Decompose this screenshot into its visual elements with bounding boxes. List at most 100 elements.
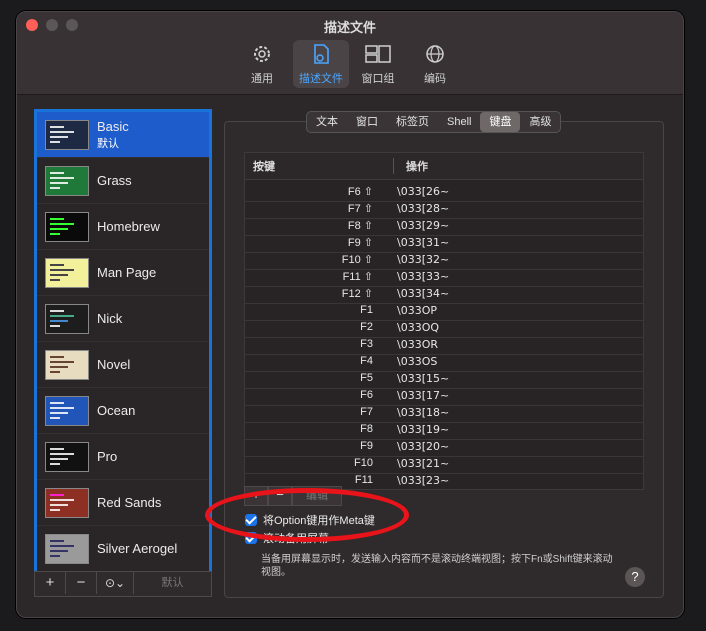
profile-thumbnail bbox=[45, 395, 89, 426]
key-cell: F9 bbox=[360, 440, 373, 452]
profile-item-grass[interactable]: Grass bbox=[37, 158, 209, 204]
key-mapping-table[interactable]: 按键 操作 F6 ⇧ \033[26~ F7 ⇧ \033[28~ F8 ⇧ \033[2… bbox=[244, 152, 644, 490]
profile-name: Basic bbox=[97, 118, 129, 134]
profile-name: Homebrew bbox=[97, 218, 160, 234]
profile-name: Red Sands bbox=[97, 494, 162, 510]
profile-thumbnail bbox=[45, 533, 89, 564]
column-header-key[interactable]: 按键 bbox=[245, 158, 394, 174]
profile-thumbnail bbox=[45, 487, 89, 518]
preferences-window: 描述文件 通用 描述文件 窗口组 编码 Basic 默认 Grass Homeb… bbox=[16, 11, 684, 618]
action-cell: \033[32~ bbox=[397, 253, 450, 266]
action-cell: \033[31~ bbox=[397, 236, 450, 249]
table-row[interactable]: F6 ⇧ \033[26~ bbox=[245, 185, 643, 202]
action-cell: \033[33~ bbox=[397, 270, 450, 283]
checkbox-checked-icon bbox=[245, 514, 257, 526]
profile-item-man-page[interactable]: Man Page bbox=[37, 250, 209, 296]
table-row[interactable]: F1 \033OP bbox=[245, 304, 643, 321]
profile-item-novel[interactable]: Novel bbox=[37, 342, 209, 388]
profile-thumbnail bbox=[45, 303, 89, 334]
tab-window[interactable]: 窗口 bbox=[347, 112, 387, 132]
remove-key-button[interactable]: − bbox=[268, 486, 292, 506]
key-cell: F3 bbox=[360, 338, 373, 350]
add-key-button[interactable]: + bbox=[244, 486, 268, 506]
profile-item-ocean[interactable]: Ocean bbox=[37, 388, 209, 434]
toolbar-general[interactable]: 通用 bbox=[234, 40, 290, 88]
scroll-alternate-screen-label: 滚动备用屏幕 bbox=[263, 533, 329, 545]
profile-thumbnail bbox=[45, 441, 89, 472]
table-row[interactable]: F9 \033[20~ bbox=[245, 440, 643, 457]
more-actions-button[interactable]: ⊙⌄ bbox=[97, 572, 134, 594]
checkbox-checked-icon bbox=[245, 532, 257, 544]
toolbar-encodings[interactable]: 编码 bbox=[407, 40, 463, 88]
default-label: 默认 bbox=[97, 137, 119, 150]
titlebar: 描述文件 通用 描述文件 窗口组 编码 bbox=[17, 12, 683, 95]
key-cell: F5 bbox=[360, 372, 373, 384]
profile-item-homebrew[interactable]: Homebrew bbox=[37, 204, 209, 250]
remove-profile-button[interactable]: − bbox=[66, 572, 97, 594]
table-row[interactable]: F7 \033[18~ bbox=[245, 406, 643, 423]
action-cell: \033OR bbox=[397, 338, 439, 351]
key-cell: F10 ⇧ bbox=[341, 254, 373, 266]
option-as-meta-label: 将Option键用作Meta键 bbox=[263, 515, 375, 527]
column-header-action[interactable]: 操作 bbox=[394, 158, 428, 174]
profile-item-basic[interactable]: Basic 默认 bbox=[37, 112, 209, 158]
tab-text[interactable]: 文本 bbox=[307, 112, 347, 132]
table-row[interactable]: F10 \033[21~ bbox=[245, 457, 643, 474]
profile-item-red-sands[interactable]: Red Sands bbox=[37, 480, 209, 526]
key-cell: F1 bbox=[360, 304, 373, 316]
table-row[interactable]: F6 \033[17~ bbox=[245, 389, 643, 406]
settings-tabs: 文本 窗口 标签页 Shell 键盘 高级 bbox=[306, 111, 562, 133]
set-default-button[interactable]: 默认 bbox=[134, 572, 211, 594]
table-row[interactable]: F9 ⇧ \033[31~ bbox=[245, 236, 643, 253]
window-title: 描述文件 bbox=[323, 20, 376, 35]
key-cell: F11 ⇧ bbox=[342, 271, 373, 283]
table-row[interactable]: F11 ⇧ \033[33~ bbox=[245, 270, 643, 287]
key-cell: F9 ⇧ bbox=[347, 237, 373, 249]
profile-name: Pro bbox=[97, 448, 118, 464]
help-button[interactable]: ? bbox=[625, 567, 645, 587]
action-cell: \033OS bbox=[397, 355, 438, 368]
profile-name: Ocean bbox=[97, 402, 136, 418]
action-cell: \033[17~ bbox=[397, 389, 450, 402]
key-cell: F2 bbox=[360, 321, 373, 333]
profile-thumbnail bbox=[45, 211, 89, 242]
profile-name: Silver Aerogel bbox=[97, 540, 178, 556]
table-row[interactable]: F10 ⇧ \033[32~ bbox=[245, 253, 643, 270]
profile-icon bbox=[293, 42, 349, 68]
profile-thumbnail bbox=[45, 257, 89, 288]
gear-icon bbox=[234, 42, 290, 68]
key-cell: F10 bbox=[354, 457, 373, 469]
tab-advanced[interactable]: 高级 bbox=[520, 112, 560, 132]
table-row[interactable]: F12 ⇧ \033[34~ bbox=[245, 287, 643, 304]
table-header: 按键 操作 bbox=[245, 153, 643, 180]
action-cell: \033[18~ bbox=[397, 406, 450, 419]
tab-keyboard[interactable]: 键盘 bbox=[480, 112, 521, 132]
key-cell: F4 bbox=[360, 355, 373, 367]
profile-thumbnail bbox=[45, 119, 89, 150]
tab-shell[interactable]: Shell bbox=[438, 112, 480, 132]
profile-item-silver-aerogel[interactable]: Silver Aerogel bbox=[37, 526, 209, 572]
table-row[interactable]: F3 \033OR bbox=[245, 338, 643, 355]
action-cell: \033[23~ bbox=[397, 474, 450, 487]
table-row[interactable]: F2 \033OQ bbox=[245, 321, 643, 338]
key-cell: F6 ⇧ bbox=[347, 186, 373, 198]
option-as-meta-checkbox[interactable]: 将Option键用作Meta键 bbox=[245, 512, 375, 528]
profile-list[interactable]: Basic 默认 Grass Homebrew Man Page Nick No… bbox=[34, 109, 212, 580]
add-profile-button[interactable]: + bbox=[35, 572, 66, 594]
table-row[interactable]: F8 \033[19~ bbox=[245, 423, 643, 440]
toolbar-profiles[interactable]: 描述文件 bbox=[293, 40, 349, 88]
profile-thumbnail bbox=[45, 165, 89, 196]
tab-tab[interactable]: 标签页 bbox=[387, 112, 438, 132]
table-row[interactable]: F8 ⇧ \033[29~ bbox=[245, 219, 643, 236]
profile-name: Nick bbox=[97, 310, 123, 326]
profile-item-pro[interactable]: Pro bbox=[37, 434, 209, 480]
edit-key-button[interactable]: 编辑 bbox=[292, 486, 342, 506]
table-row[interactable]: F7 ⇧ \033[28~ bbox=[245, 202, 643, 219]
table-row[interactable]: F5 \033[15~ bbox=[245, 372, 643, 389]
table-row[interactable]: F4 \033OS bbox=[245, 355, 643, 372]
scroll-alternate-screen-checkbox[interactable]: 滚动备用屏幕 bbox=[245, 530, 329, 546]
profile-item-nick[interactable]: Nick bbox=[37, 296, 209, 342]
action-cell: \033[29~ bbox=[397, 219, 450, 232]
key-cell: F7 ⇧ bbox=[347, 203, 373, 215]
toolbar-window-groups[interactable]: 窗口组 bbox=[350, 40, 406, 88]
